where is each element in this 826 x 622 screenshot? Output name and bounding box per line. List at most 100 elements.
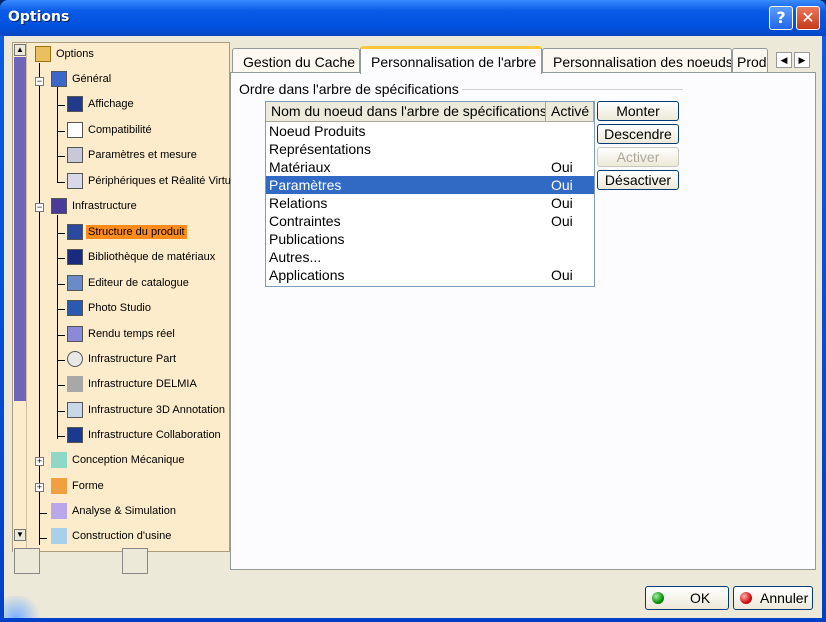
tree-item-conception[interactable]: Conception Mécanique xyxy=(51,451,187,469)
deactivate-button[interactable]: Désactiver xyxy=(597,170,679,190)
tree-item-options[interactable]: Options xyxy=(35,45,96,63)
help-button[interactable]: ? xyxy=(769,6,793,30)
options-icon xyxy=(35,46,51,62)
tree-item-construction[interactable]: Construction d'usine xyxy=(51,527,173,545)
tree-item-parametres[interactable]: Paramètres et mesure xyxy=(67,146,199,164)
list-header: Nom du noeud dans l'arbre de spécificati… xyxy=(266,102,594,122)
spec-tree-order-list[interactable]: Nom du noeud dans l'arbre de spécificati… xyxy=(265,101,595,287)
list-row[interactable]: Représentations xyxy=(266,140,594,158)
corner-decoration xyxy=(4,596,44,618)
row-active: Oui xyxy=(551,159,573,175)
delmia-icon xyxy=(67,376,83,392)
scroll-thumb[interactable] xyxy=(14,57,26,401)
row-active: Oui xyxy=(551,177,573,193)
parameters-icon xyxy=(67,147,83,163)
options-window: Options ? ✕ ▲ ▼ − − + + Options Général … xyxy=(0,0,826,622)
tree-item-label: Infrastructure xyxy=(72,200,137,212)
realtime-render-icon xyxy=(67,326,83,342)
tree-item-compatibilite[interactable]: Compatibilité xyxy=(67,121,154,139)
tree-item-general[interactable]: Général xyxy=(51,70,113,88)
column-header-name[interactable]: Nom du noeud dans l'arbre de spécificati… xyxy=(266,102,546,122)
expand-conception-icon[interactable]: + xyxy=(35,457,44,466)
tree-item-analyse[interactable]: Analyse & Simulation xyxy=(51,502,178,520)
ok-status-icon xyxy=(652,592,664,604)
tree-item-label: Conception Mécanique xyxy=(72,454,185,466)
move-up-button[interactable]: Monter xyxy=(597,101,679,121)
material-library-icon xyxy=(67,249,83,265)
tab-personnalisation-noeuds[interactable]: Personnalisation des noeuds xyxy=(542,48,732,72)
collapse-infrastructure-icon[interactable]: − xyxy=(35,203,44,212)
tab-scroll-right-icon[interactable]: ▶ xyxy=(794,52,810,68)
tree-item-label: Forme xyxy=(72,480,104,492)
list-row[interactable]: Relations Oui xyxy=(266,194,594,212)
cancel-button[interactable]: Annuler xyxy=(733,586,813,610)
mechanical-design-icon xyxy=(51,452,67,468)
tree-item-photo-studio[interactable]: Photo Studio xyxy=(67,299,153,317)
list-row[interactable]: Autres... xyxy=(266,248,594,266)
tree-item-catalogue[interactable]: Editeur de catalogue xyxy=(67,274,191,292)
photo-studio-icon xyxy=(67,300,83,316)
reset-options-icon[interactable] xyxy=(14,548,40,574)
export-options-icon[interactable] xyxy=(122,548,148,574)
collapse-general-icon[interactable]: − xyxy=(35,77,44,86)
ok-button[interactable]: OK xyxy=(645,586,729,610)
gear-icon xyxy=(67,351,83,367)
cancel-status-icon xyxy=(740,592,752,604)
scroll-up-icon[interactable]: ▲ xyxy=(14,44,26,56)
tree-item-structure-produit[interactable]: Structure du produit xyxy=(67,223,187,241)
list-row[interactable]: Contraintes Oui xyxy=(266,212,594,230)
annotation-3d-icon xyxy=(67,402,83,418)
activate-button[interactable]: Activer xyxy=(597,147,679,167)
list-row[interactable]: Noeud Produits xyxy=(266,122,594,140)
plant-layout-icon xyxy=(51,528,67,544)
tree-item-bibliotheque[interactable]: Bibliothèque de matériaux xyxy=(67,248,217,266)
tree-item-infra-collaboration[interactable]: Infrastructure Collaboration xyxy=(67,426,223,444)
tree-item-peripheriques[interactable]: Périphériques et Réalité Virtue xyxy=(67,172,239,190)
tree-item-infrastructure[interactable]: Infrastructure xyxy=(51,197,139,215)
row-name: Représentations xyxy=(269,141,371,157)
row-name: Paramètres xyxy=(269,177,342,193)
tree-item-label: Paramètres et mesure xyxy=(88,149,197,161)
tree-item-label: Compatibilité xyxy=(88,124,152,136)
tree-item-forme[interactable]: Forme xyxy=(51,477,106,495)
expand-forme-icon[interactable]: + xyxy=(35,483,44,492)
analysis-icon xyxy=(51,503,67,519)
group-divider xyxy=(453,89,683,90)
tree-item-rendu[interactable]: Rendu temps réel xyxy=(67,325,177,343)
tree-item-label: Rendu temps réel xyxy=(88,328,175,340)
tree-scrollbar[interactable]: ▲ ▼ xyxy=(13,43,27,553)
list-row[interactable]: Applications Oui xyxy=(266,266,594,284)
list-row[interactable]: Matériaux Oui xyxy=(266,158,594,176)
row-name: Matériaux xyxy=(269,159,331,175)
tree-item-label: Analyse & Simulation xyxy=(72,505,176,517)
tree-item-label: Périphériques et Réalité Virtue xyxy=(88,175,237,187)
row-active xyxy=(546,248,594,266)
window-title: Options xyxy=(8,9,70,25)
tab-scroll-left-icon[interactable]: ◀ xyxy=(776,52,792,68)
tree-item-label: Construction d'usine xyxy=(72,530,172,542)
row-active: Oui xyxy=(551,195,573,211)
tab-personnalisation-arbre[interactable]: Personnalisation de l'arbre xyxy=(360,46,542,74)
tab-prod[interactable]: Prod xyxy=(732,48,768,72)
tree-item-label: Affichage xyxy=(88,98,134,110)
scroll-down-icon[interactable]: ▼ xyxy=(14,529,26,541)
tree-item-label: Options xyxy=(56,48,94,60)
tree-item-infra-part[interactable]: Infrastructure Part xyxy=(67,350,178,368)
tree-item-label: Photo Studio xyxy=(88,302,151,314)
tree-item-infra-delmia[interactable]: Infrastructure DELMIA xyxy=(67,375,199,393)
list-row[interactable]: Publications xyxy=(266,230,594,248)
list-row-selected[interactable]: Paramètres Oui xyxy=(266,176,594,194)
title-bar[interactable]: Options ? ✕ xyxy=(0,0,826,36)
tree-item-infra-3d-annotation[interactable]: Infrastructure 3D Annotation xyxy=(67,401,227,419)
close-button[interactable]: ✕ xyxy=(796,6,820,30)
row-name: Applications xyxy=(269,267,345,283)
row-name: Publications xyxy=(269,231,345,247)
devices-icon xyxy=(67,173,83,189)
move-down-button[interactable]: Descendre xyxy=(597,124,679,144)
row-active: Oui xyxy=(551,213,573,229)
row-active: Oui xyxy=(551,267,573,283)
tree-item-affichage[interactable]: Affichage xyxy=(67,95,136,113)
tab-gestion-cache[interactable]: Gestion du Cache xyxy=(232,48,360,72)
column-header-active[interactable]: Activé xyxy=(546,102,594,122)
tree-item-label: Infrastructure Part xyxy=(88,353,177,365)
